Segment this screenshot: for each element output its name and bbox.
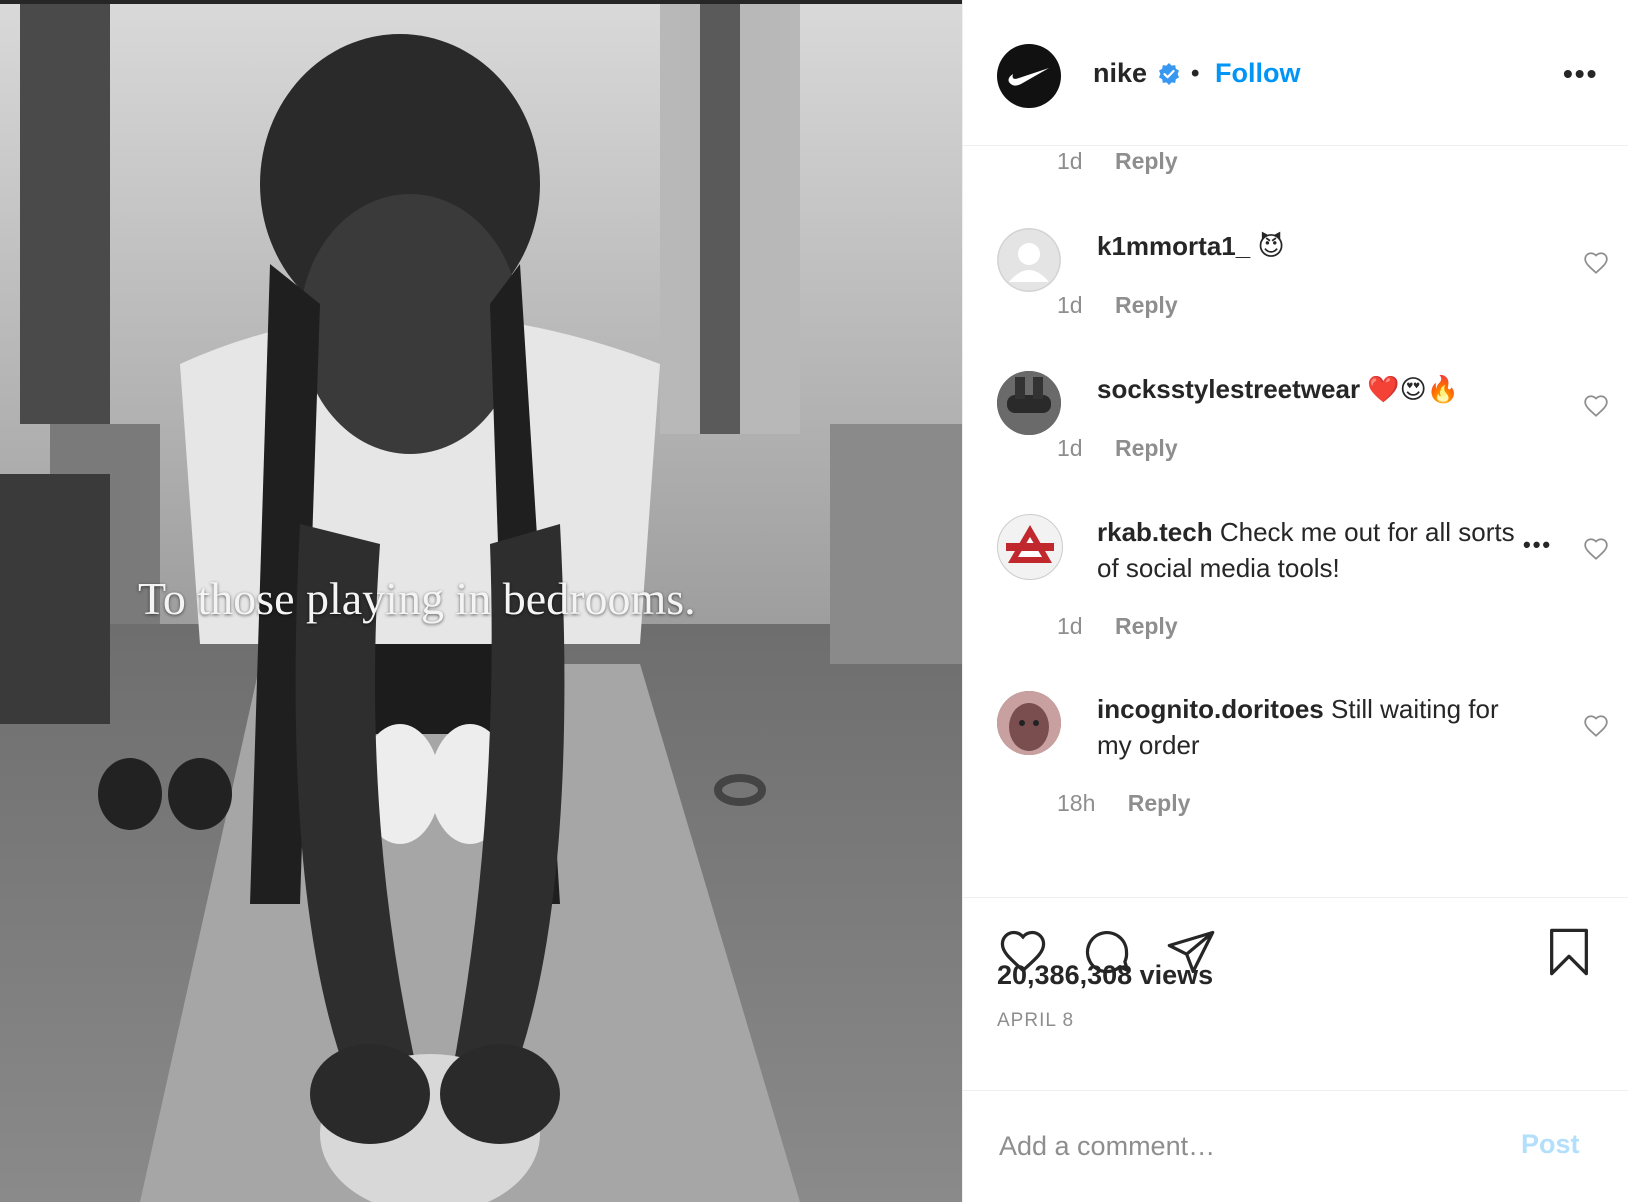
comment-time: 1d: [1057, 148, 1083, 174]
reply-button[interactable]: Reply: [1128, 790, 1191, 816]
comment-username[interactable]: socksstylestreetwear: [1097, 374, 1360, 404]
like-comment-heart-icon[interactable]: [1583, 713, 1609, 739]
like-comment-heart-icon[interactable]: [1583, 393, 1609, 419]
comment-time: 18h: [1057, 790, 1096, 816]
reply-button[interactable]: Reply: [1115, 148, 1178, 174]
nike-swoosh-icon: [1008, 68, 1049, 86]
reply-button[interactable]: Reply: [1115, 435, 1178, 461]
comment-time: 1d: [1057, 613, 1083, 639]
comment-username[interactable]: incognito.doritoes: [1097, 694, 1324, 724]
follow-button[interactable]: Follow: [1215, 58, 1300, 89]
default-avatar-icon: [997, 228, 1061, 292]
reply-button[interactable]: Reply: [1115, 613, 1178, 639]
comment-username[interactable]: k1mmorta1_: [1097, 231, 1250, 261]
verified-badge-icon: [1159, 63, 1179, 85]
comment-meta: 1d Reply: [1057, 435, 1178, 462]
comment-body: 😈: [1257, 231, 1285, 261]
avatar[interactable]: [997, 228, 1061, 292]
comment-options-button[interactable]: •••: [1523, 532, 1552, 558]
avatar-photo: [997, 691, 1061, 755]
comment-meta: 18h Reply: [1057, 790, 1190, 817]
more-options-button[interactable]: •••: [1563, 58, 1598, 90]
comment-time: 1d: [1057, 435, 1083, 461]
avatar[interactable]: [997, 371, 1061, 435]
comment-text: incognito.doritoes Still waiting for my …: [1097, 691, 1517, 763]
author-avatar[interactable]: [997, 44, 1061, 108]
comment-text: socksstylestreetwear ❤️😍🔥: [1097, 371, 1517, 407]
comment-text: k1mmorta1_ 😈: [1097, 228, 1517, 264]
avatar-photo: [997, 371, 1061, 435]
post-media[interactable]: To those playing in bedrooms.: [0, 4, 962, 1202]
comment-meta: 1d Reply: [1057, 148, 1178, 175]
post-comment-button[interactable]: Post: [1521, 1129, 1580, 1160]
save-bookmark-icon[interactable]: [1543, 926, 1595, 978]
like-comment-heart-icon[interactable]: [1583, 536, 1609, 562]
header-separator: •: [1191, 60, 1200, 87]
comment-body: ❤️😍🔥: [1367, 374, 1460, 404]
post-header: nike • Follow •••: [963, 0, 1628, 146]
avatar[interactable]: [997, 691, 1061, 755]
comment-text: rkab.tech Check me out for all sorts of …: [1097, 514, 1517, 586]
post-sidebar: nike • Follow ••• 1d Reply k1mmorta1_ 😈 …: [962, 0, 1628, 1202]
comment-meta: 1d Reply: [1057, 613, 1178, 640]
comments-list[interactable]: 1d Reply k1mmorta1_ 😈 1d Reply socksstyl…: [963, 146, 1628, 896]
post-date[interactable]: APRIL 8: [997, 1010, 1074, 1032]
comment-time: 1d: [1057, 292, 1083, 318]
author-username[interactable]: nike: [1093, 58, 1147, 89]
comment-composer: Post: [963, 1090, 1628, 1203]
like-comment-heart-icon[interactable]: [1583, 250, 1609, 276]
video-caption-overlay: To those playing in bedrooms.: [138, 573, 696, 624]
view-count[interactable]: 20,386,308 views: [997, 960, 1213, 991]
comment-input[interactable]: [997, 1125, 1501, 1167]
avatar[interactable]: [997, 514, 1063, 580]
reply-button[interactable]: Reply: [1115, 292, 1178, 318]
comment-meta: 1d Reply: [1057, 292, 1178, 319]
comment-username[interactable]: rkab.tech: [1097, 517, 1213, 547]
rkab-logo-icon: [1006, 525, 1054, 563]
